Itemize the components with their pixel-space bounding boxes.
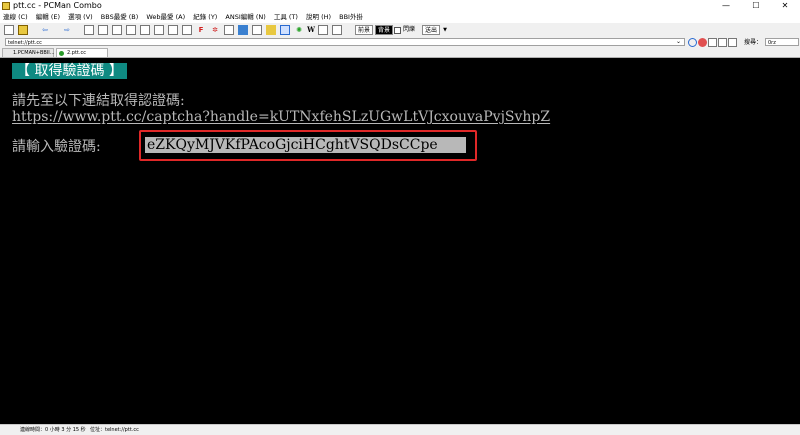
address-dropdown-icon[interactable]: ⌄: [673, 38, 684, 46]
send-dropdown-icon[interactable]: ▼: [440, 25, 450, 35]
window-icon[interactable]: [318, 25, 328, 35]
disconnect-icon[interactable]: [98, 25, 108, 35]
title-bar: ptt.cc - PCMan Combo — ☐ ✕: [0, 0, 800, 12]
menu-bbi-plugin[interactable]: BBI外掛: [336, 12, 366, 23]
search-input[interactable]: 0rz: [765, 38, 799, 46]
new-connection-icon[interactable]: [4, 25, 14, 35]
open-folder-icon[interactable]: [18, 25, 28, 35]
blink-label: 閃爍: [402, 26, 415, 33]
tab-pcman-bbii[interactable]: 1.PCMAN+BBII...: [2, 48, 55, 57]
menu-options[interactable]: 選項 (V): [65, 12, 96, 23]
select-all-icon[interactable]: [154, 25, 164, 35]
maximize-button[interactable]: ☐: [741, 0, 771, 12]
menu-help[interactable]: 說明 (H): [303, 12, 334, 23]
captcha-link[interactable]: https://www.ptt.cc/captcha?handle=kUTNxf…: [12, 109, 550, 125]
keyboard-icon[interactable]: [252, 25, 262, 35]
stop-connect-icon[interactable]: [698, 38, 707, 47]
minimize-button[interactable]: —: [711, 0, 741, 12]
captcha-prompt: 請輸入驗證碼:: [12, 139, 101, 155]
instruction-text: 請先至以下連結取得認證碼:: [12, 93, 185, 109]
search-page-icon[interactable]: [280, 25, 290, 35]
address-input[interactable]: telnet://ptt.cc: [5, 38, 685, 46]
close-button[interactable]: ✕: [770, 0, 800, 12]
app-icon: [2, 2, 10, 10]
screen-icon[interactable]: [238, 25, 248, 35]
color-icon[interactable]: ✲: [210, 25, 220, 35]
user-icon[interactable]: [728, 38, 737, 47]
settings-icon[interactable]: [224, 25, 234, 35]
background-color-button[interactable]: 背景: [375, 25, 394, 35]
tab-label: 2.ptt.cc: [67, 50, 86, 56]
lock-icon[interactable]: [266, 25, 276, 35]
menu-log[interactable]: 紀錄 (Y): [190, 12, 220, 23]
forward-arrow-icon[interactable]: ⇨: [62, 25, 72, 35]
back-arrow-icon[interactable]: ⇦: [40, 25, 50, 35]
gear-icon[interactable]: ✺: [294, 25, 304, 35]
stop-icon[interactable]: [112, 25, 122, 35]
paste-icon[interactable]: [140, 25, 150, 35]
menu-bar: 連線 (C) 編輯 (E) 選項 (V) BBS最愛 (B) Web最愛 (A)…: [0, 12, 800, 23]
copy-ansi-icon[interactable]: [168, 25, 178, 35]
bookmark-icon[interactable]: [708, 38, 717, 47]
menu-bbs-favorites[interactable]: BBS最愛 (B): [98, 12, 142, 23]
window-title: ptt.cc - PCMan Combo: [13, 1, 102, 10]
history-icon[interactable]: [718, 38, 727, 47]
address-bar: telnet://ptt.cc ⌄ 搜尋： 0rz: [0, 37, 800, 48]
captcha-input[interactable]: eZKQyMJVKfPAcoGjciHCghtVSQDsCCpe: [145, 137, 466, 153]
menu-tools[interactable]: 工具 (T): [271, 12, 301, 23]
connected-icon: [59, 51, 64, 56]
foreground-color-button[interactable]: 前景: [355, 25, 374, 35]
send-button[interactable]: 送出: [422, 25, 441, 35]
menu-connection[interactable]: 連線 (C): [0, 12, 31, 23]
tile-icon[interactable]: [332, 25, 342, 35]
tab-bar: 1.PCMAN+BBII... 2.ptt.cc: [0, 48, 800, 58]
menu-web-favorites[interactable]: Web最愛 (A): [143, 12, 188, 23]
paste-ansi-icon[interactable]: [182, 25, 192, 35]
wiki-icon[interactable]: W: [306, 25, 316, 35]
search-label: 搜尋：: [744, 39, 763, 46]
copy-icon[interactable]: [126, 25, 136, 35]
font-icon[interactable]: F: [196, 25, 206, 35]
menu-edit[interactable]: 編輯 (E): [33, 12, 63, 23]
tab-label: 1.PCMAN+BBII...: [13, 50, 55, 56]
page-title: 【 取得驗證碼 】: [12, 63, 127, 79]
tab-ptt[interactable]: 2.ptt.cc: [56, 48, 108, 57]
reconnect-icon[interactable]: [84, 25, 94, 35]
terminal-screen[interactable]: 【 取得驗證碼 】 請先至以下連結取得認證碼: https://www.ptt.…: [0, 58, 800, 424]
status-bar: 連線時間：0 小時 3 分 15 秒 位址：telnet://ptt.cc: [0, 424, 800, 435]
menu-ansi-edit[interactable]: ANSI編輯 (N): [222, 12, 268, 23]
toolbar: ⇦ ⇨ F ✲ ✺ W 前景 背景 閃爍 送出 ▼: [0, 23, 800, 38]
go-icon[interactable]: [688, 38, 697, 47]
blink-checkbox[interactable]: [394, 27, 401, 34]
